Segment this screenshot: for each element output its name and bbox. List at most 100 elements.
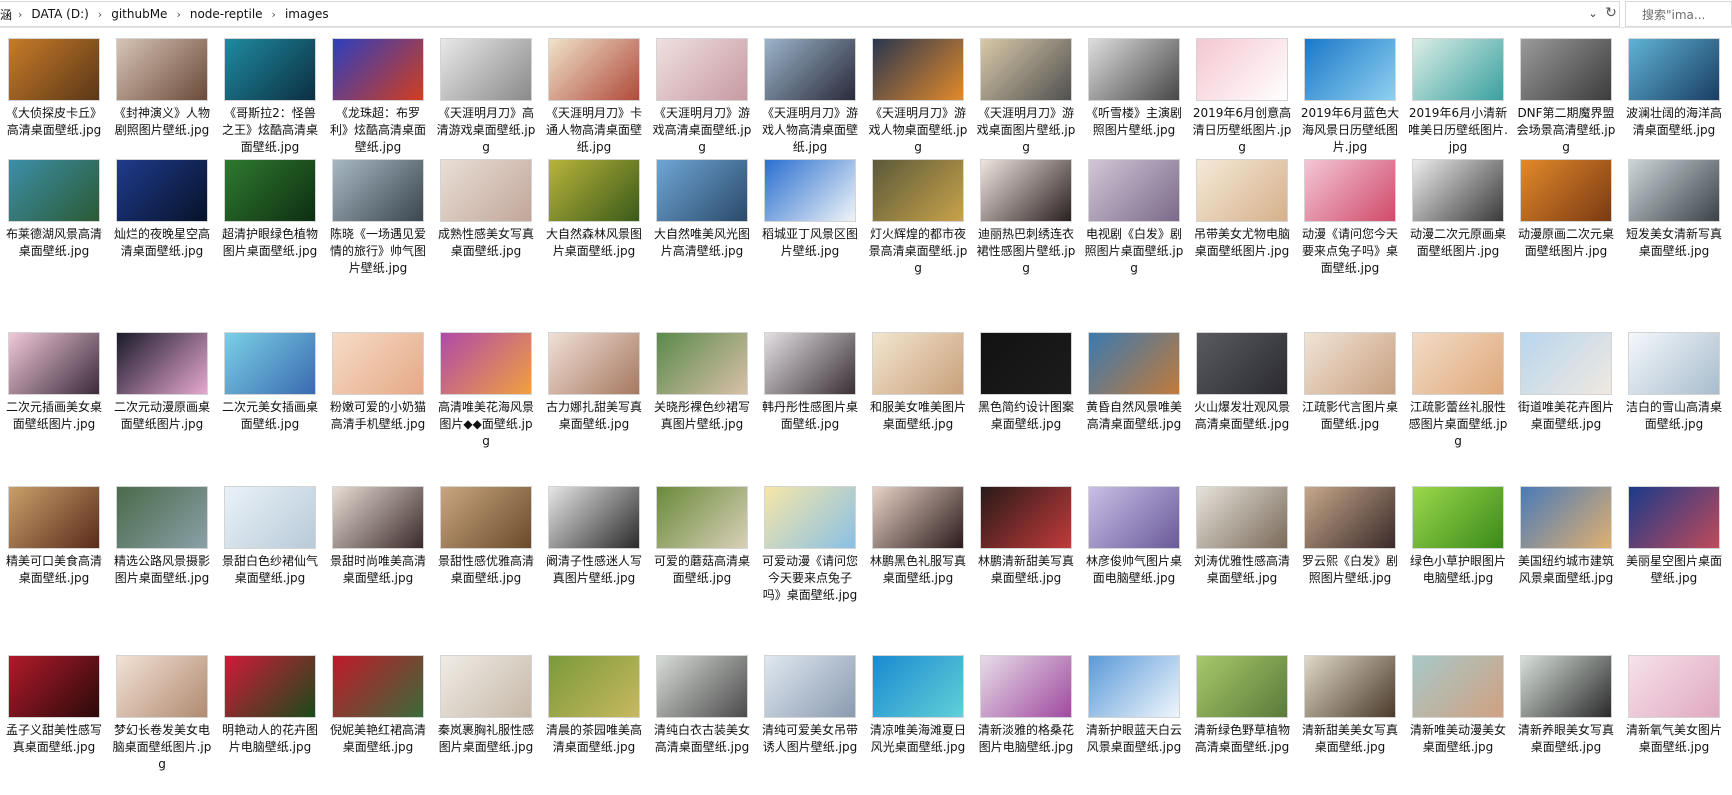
file-name[interactable]: 阚清子性感迷人写真图片壁纸.jpg <box>544 553 644 587</box>
file-item[interactable]: 吊带美女尤物电脑桌面壁纸图片.jpg <box>1188 159 1296 332</box>
file-thumbnail[interactable] <box>1412 486 1504 549</box>
file-name[interactable]: 二次元美女插画桌面壁纸.jpg <box>220 399 320 433</box>
file-item[interactable]: 粉嫩可爱的小奶猫高清手机壁纸.jpg <box>324 332 432 486</box>
file-thumbnail[interactable] <box>1412 655 1504 718</box>
file-name[interactable]: 动漫《请问您今天要来点兔子吗》桌面壁纸.jpg <box>1300 226 1400 277</box>
file-thumbnail[interactable] <box>1196 159 1288 222</box>
file-item[interactable]: 林鹏清新甜美写真桌面壁纸.jpg <box>972 486 1080 655</box>
file-thumbnail[interactable] <box>332 159 424 222</box>
file-item[interactable]: 大自然唯美风光图片高清壁纸.jpg <box>648 159 756 332</box>
file-item[interactable]: 大自然森林风景图片桌面壁纸.jpg <box>540 159 648 332</box>
chevron-down-icon[interactable]: ⌄ <box>1586 6 1600 20</box>
file-thumbnail[interactable] <box>764 486 856 549</box>
file-thumbnail[interactable] <box>764 159 856 222</box>
file-thumbnail[interactable] <box>656 38 748 101</box>
file-thumbnail[interactable] <box>1304 38 1396 101</box>
file-thumbnail[interactable] <box>1088 38 1180 101</box>
file-item[interactable]: 二次元插画美女桌面壁纸图片.jpg <box>0 332 108 486</box>
file-name[interactable]: 江疏影蕾丝礼服性感图片桌面壁纸.jpg <box>1408 399 1508 450</box>
file-item[interactable]: 清凉唯美海滩夏日风光桌面壁纸.jpg <box>864 655 972 795</box>
file-item[interactable]: 美国纽约城市建筑风景桌面壁纸.jpg <box>1512 486 1620 655</box>
file-name[interactable]: 精美可口美食高清桌面壁纸.jpg <box>4 553 104 587</box>
file-item[interactable]: 清新绿色野草植物高清桌面壁纸.jpg <box>1188 655 1296 795</box>
file-name[interactable]: 刘涛优雅性感高清桌面壁纸.jpg <box>1192 553 1292 587</box>
file-thumbnail[interactable] <box>8 159 100 222</box>
file-name[interactable]: 清凉唯美海滩夏日风光桌面壁纸.jpg <box>868 722 968 756</box>
file-thumbnail[interactable] <box>1088 655 1180 718</box>
file-item[interactable]: 孟子义甜美性感写真桌面壁纸.jpg <box>0 655 108 795</box>
file-name[interactable]: 洁白的雪山高清桌面壁纸.jpg <box>1624 399 1724 433</box>
file-item[interactable]: 短发美女清新写真桌面壁纸.jpg <box>1620 159 1728 332</box>
file-thumbnail[interactable] <box>872 486 964 549</box>
file-name[interactable]: 陈晓《一场遇见爱情的旅行》帅气图片壁纸.jpg <box>328 226 428 277</box>
file-name[interactable]: 清新唯美动漫美女桌面壁纸.jpg <box>1408 722 1508 756</box>
file-thumbnail[interactable] <box>656 655 748 718</box>
file-item[interactable]: 和服美女唯美图片桌面壁纸.jpg <box>864 332 972 486</box>
file-name[interactable]: 可爱动漫《请问您今天要来点兔子吗》桌面壁纸.jpg <box>760 553 860 604</box>
file-thumbnail[interactable] <box>440 159 532 222</box>
file-item[interactable]: DNF第二期魔界盟会场景高清壁纸.jpg <box>1512 38 1620 159</box>
file-name[interactable]: 2019年6月创意高清日历壁纸图片.jpg <box>1192 105 1292 156</box>
breadcrumb-item-node-reptile[interactable]: node-reptile <box>185 7 268 21</box>
file-name[interactable]: 梦幻长卷发美女电脑桌面壁纸图片.jpg <box>112 722 212 773</box>
file-thumbnail[interactable] <box>1196 486 1288 549</box>
file-name[interactable]: 《天涯明月刀》卡通人物高清桌面壁纸.jpg <box>544 105 644 156</box>
breadcrumb-item-drive[interactable]: DATA (D:) <box>26 7 93 21</box>
file-name[interactable]: 2019年6月蓝色大海风景日历壁纸图片.jpg <box>1300 105 1400 156</box>
file-item[interactable]: 迪丽热巴刺绣连衣裙性感图片壁纸.jpg <box>972 159 1080 332</box>
file-name[interactable]: 2019年6月小清新唯美日历壁纸图片.jpg <box>1408 105 1508 156</box>
file-item[interactable]: 清纯白衣古装美女高清桌面壁纸.jpg <box>648 655 756 795</box>
file-item[interactable]: 清晨的茶园唯美高清桌面壁纸.jpg <box>540 655 648 795</box>
file-name[interactable]: 绿色小草护眼图片电脑壁纸.jpg <box>1408 553 1508 587</box>
file-thumbnail[interactable] <box>440 655 532 718</box>
file-thumbnail[interactable] <box>332 332 424 395</box>
file-name[interactable]: 清新甜美美女写真桌面壁纸.jpg <box>1300 722 1400 756</box>
file-name[interactable]: 景甜性感优雅高清桌面壁纸.jpg <box>436 553 536 587</box>
file-item[interactable]: 梦幻长卷发美女电脑桌面壁纸图片.jpg <box>108 655 216 795</box>
file-name[interactable]: 倪妮美艳红裙高清桌面壁纸.jpg <box>328 722 428 756</box>
file-name[interactable]: 高清唯美花海风景图片◆◆面壁纸.jpg <box>436 399 536 450</box>
file-name[interactable]: 江疏影代言图片桌面壁纸.jpg <box>1300 399 1400 433</box>
chevron-right-icon[interactable]: › <box>94 8 106 21</box>
file-item[interactable]: 清新甜美美女写真桌面壁纸.jpg <box>1296 655 1404 795</box>
file-item[interactable]: 二次元美女插画桌面壁纸.jpg <box>216 332 324 486</box>
file-item[interactable]: 明艳动人的花卉图片电脑壁纸.jpg <box>216 655 324 795</box>
file-name[interactable]: 景甜时尚唯美高清桌面壁纸.jpg <box>328 553 428 587</box>
file-name[interactable]: 清纯可爱美女吊带诱人图片壁纸.jpg <box>760 722 860 756</box>
file-item[interactable]: 韩丹彤性感图片桌面壁纸.jpg <box>756 332 864 486</box>
file-thumbnail[interactable] <box>1520 332 1612 395</box>
file-thumbnail[interactable] <box>548 38 640 101</box>
file-name[interactable]: 成熟性感美女写真桌面壁纸.jpg <box>436 226 536 260</box>
file-item[interactable]: 精选公路风景摄影图片桌面壁纸.jpg <box>108 486 216 655</box>
file-item[interactable]: 精美可口美食高清桌面壁纸.jpg <box>0 486 108 655</box>
file-name[interactable]: 精选公路风景摄影图片桌面壁纸.jpg <box>112 553 212 587</box>
file-thumbnail[interactable] <box>1628 655 1720 718</box>
file-thumbnail[interactable] <box>1520 486 1612 549</box>
file-thumbnail[interactable] <box>1628 38 1720 101</box>
breadcrumb-item-partial[interactable]: 涵 <box>0 6 14 23</box>
file-thumbnail[interactable] <box>1304 655 1396 718</box>
file-thumbnail[interactable] <box>440 332 532 395</box>
file-item[interactable]: 景甜白色纱裙仙气桌面壁纸.jpg <box>216 486 324 655</box>
file-name[interactable]: 迪丽热巴刺绣连衣裙性感图片壁纸.jpg <box>976 226 1076 277</box>
file-thumbnail[interactable] <box>332 655 424 718</box>
file-thumbnail[interactable] <box>548 332 640 395</box>
file-item[interactable]: 高清唯美花海风景图片◆◆面壁纸.jpg <box>432 332 540 486</box>
file-item[interactable]: 黑色简约设计图案桌面壁纸.jpg <box>972 332 1080 486</box>
file-thumbnail[interactable] <box>1628 159 1720 222</box>
file-name[interactable]: 秦岚裹胸礼服性感图片桌面壁纸.jpg <box>436 722 536 756</box>
file-item[interactable]: 可爱的蘑菇高清桌面壁纸.jpg <box>648 486 756 655</box>
file-item[interactable]: 《天涯明月刀》卡通人物高清桌面壁纸.jpg <box>540 38 648 159</box>
file-name[interactable]: 清新淡雅的格桑花图片电脑壁纸.jpg <box>976 722 1076 756</box>
file-name[interactable]: 《天涯明月刀》游戏桌面图片壁纸.jpg <box>976 105 1076 156</box>
file-name[interactable]: 古力娜扎甜美写真桌面壁纸.jpg <box>544 399 644 433</box>
breadcrumb-item-githubme[interactable]: githubMe <box>106 7 172 21</box>
file-thumbnail[interactable] <box>332 38 424 101</box>
file-name[interactable]: 清新氧气美女图片桌面壁纸.jpg <box>1624 722 1724 756</box>
file-item[interactable]: 《天涯明月刀》游戏高清桌面壁纸.jpg <box>648 38 756 159</box>
file-name[interactable]: 《大侦探皮卡丘》高清桌面壁纸.jpg <box>4 105 104 139</box>
file-item[interactable]: 2019年6月小清新唯美日历壁纸图片.jpg <box>1404 38 1512 159</box>
file-item[interactable]: 灯火辉煌的都市夜景高清桌面壁纸.jpg <box>864 159 972 332</box>
file-thumbnail[interactable] <box>764 655 856 718</box>
file-thumbnail[interactable] <box>1304 486 1396 549</box>
